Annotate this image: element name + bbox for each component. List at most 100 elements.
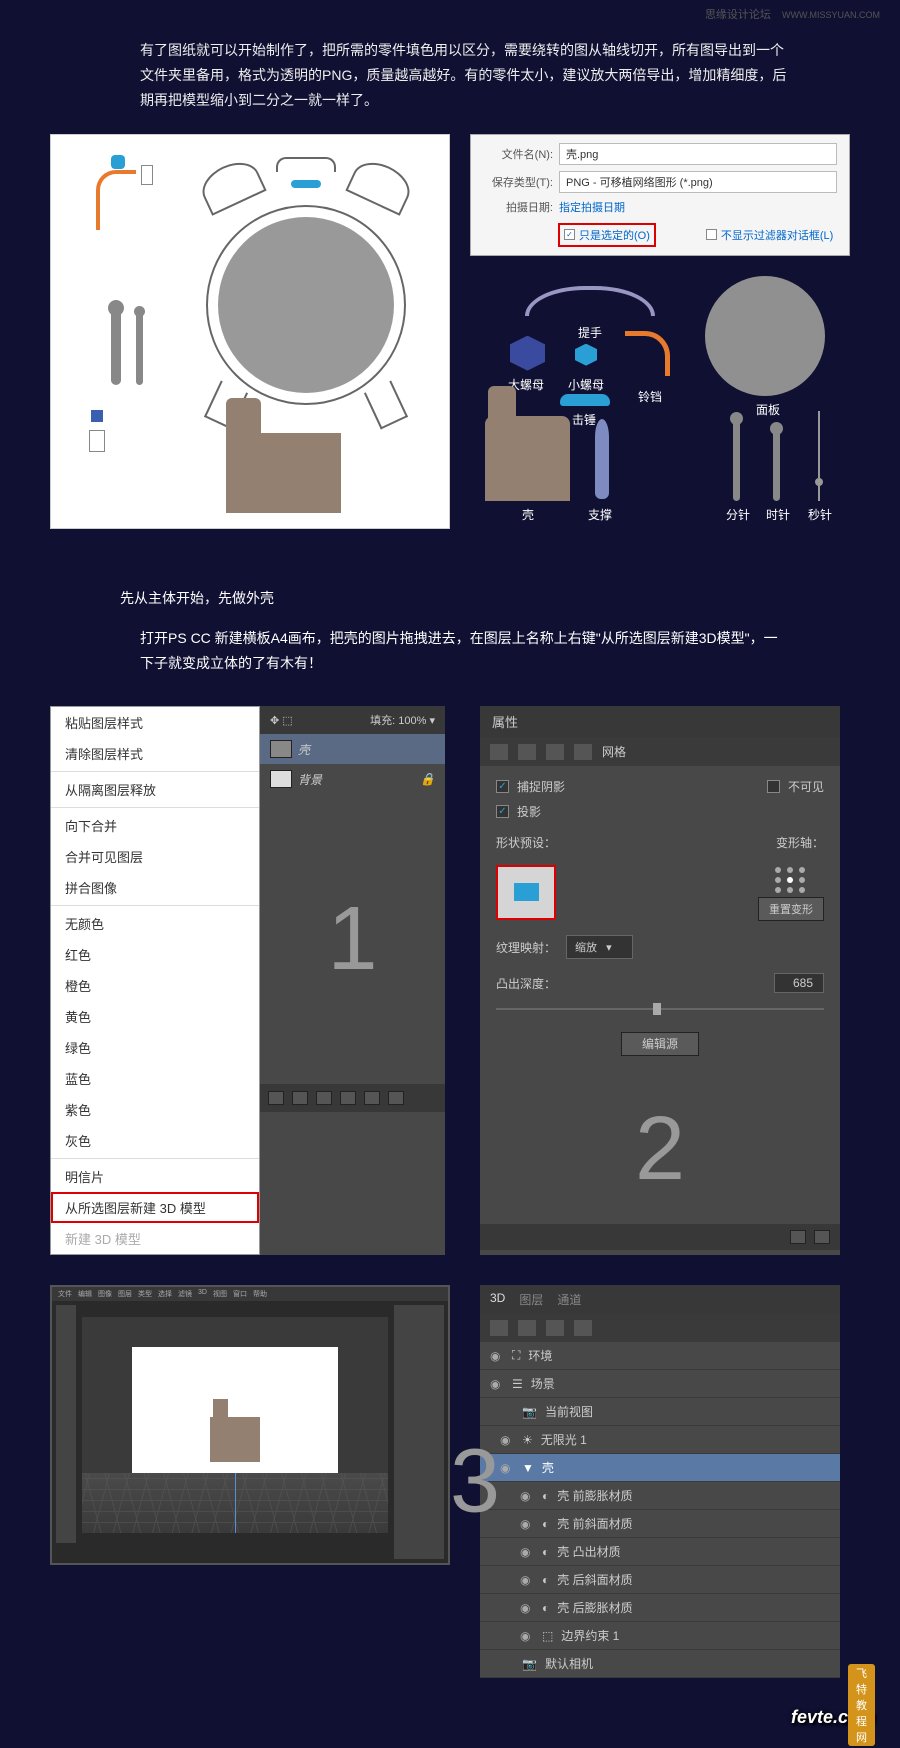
render-icon[interactable] (790, 1230, 806, 1244)
tab-layers[interactable]: 图层 (519, 1291, 543, 1308)
savetype-select[interactable]: PNG - 可移植网络图形 (*.png) (559, 171, 837, 193)
link-icon[interactable] (268, 1091, 284, 1105)
trash-icon[interactable] (388, 1091, 404, 1105)
layer-background[interactable]: 背景 🔒 (260, 764, 445, 794)
new-icon[interactable] (364, 1091, 380, 1105)
bignut-part (510, 336, 545, 371)
menu-release-iso[interactable]: 从隔离图层释放 (51, 774, 259, 805)
extrude-depth-slider[interactable] (496, 1003, 824, 1015)
site-name: 思缘设计论坛 (705, 9, 771, 21)
eye-icon[interactable]: ◉ (500, 1461, 514, 1475)
cast-shadow-checkbox[interactable]: ✓ (496, 805, 509, 818)
save-dialog: 文件名(N): 壳.png 保存类型(T): PNG - 可移植网络图形 (*.… (470, 134, 850, 256)
menu-clear-style[interactable]: 清除图层样式 (51, 738, 259, 769)
layer-shell[interactable]: 壳 (260, 734, 445, 764)
scene-infinite-light[interactable]: ◉☀无限光 1 (480, 1426, 840, 1454)
deform-axis-grid[interactable] (775, 867, 807, 893)
scene-shell-mesh[interactable]: ◉▼壳 (480, 1454, 840, 1482)
nofilter-checkbox[interactable]: 不显示过滤器对话框(L) (706, 223, 833, 247)
scene-mat5[interactable]: ◉◐壳 后膨胀材质 (480, 1594, 840, 1622)
trash-icon[interactable] (814, 1230, 830, 1244)
savetype-label: 保存类型(T): (483, 174, 553, 190)
fill-label: 填充: (370, 715, 395, 727)
support-label: 支撑 (588, 506, 612, 523)
selected-only-checkbox[interactable]: ✓ 只是选定的(O) (564, 227, 650, 243)
extrude-depth-input[interactable]: 685 (774, 973, 824, 993)
menu-flatten[interactable]: 拼合图像 (51, 872, 259, 903)
bell-right-icon (345, 154, 416, 216)
scene-mat4[interactable]: ◉◐壳 后斜面材质 (480, 1566, 840, 1594)
ps-toolbox[interactable] (56, 1305, 76, 1543)
filter-mesh-icon[interactable] (518, 1320, 536, 1336)
fill-value[interactable]: 100% (398, 715, 426, 727)
menu-postcard[interactable]: 明信片 (51, 1161, 259, 1192)
eye-icon[interactable]: ◉ (520, 1489, 534, 1503)
menu-green[interactable]: 绿色 (51, 1032, 259, 1063)
material-icon: ◐ (542, 1545, 549, 1559)
panel-label: 面板 (756, 401, 780, 418)
small-nut-shape (111, 155, 125, 169)
menu-no-color[interactable]: 无颜色 (51, 908, 259, 939)
filter-material-icon[interactable] (546, 1320, 564, 1336)
second-part (818, 411, 820, 501)
filter-light-icon[interactable] (574, 1320, 592, 1336)
handle-part (525, 286, 655, 316)
reset-deform-button[interactable]: 重置变形 (758, 897, 824, 921)
edit-source-button[interactable]: 编辑源 (621, 1032, 699, 1056)
menu-merge-down[interactable]: 向下合并 (51, 810, 259, 841)
scene-mat3[interactable]: ◉◐壳 凸出材质 (480, 1538, 840, 1566)
scene-default-camera[interactable]: 📷默认相机 (480, 1650, 840, 1678)
scene-scene[interactable]: ◉☰场景 (480, 1370, 840, 1398)
eye-icon[interactable]: ◉ (500, 1433, 514, 1447)
tab-3d[interactable]: 3D (490, 1291, 505, 1308)
menu-merge-visible[interactable]: 合并可见图层 (51, 841, 259, 872)
menu-orange[interactable]: 橙色 (51, 970, 259, 1001)
filter-all-icon[interactable] (490, 1320, 508, 1336)
3d-panel: 3D 图层 通道 ◉⛶环境 ◉☰场景 📷当前视图 ◉☀无限光 1 ◉▼壳 ◉◐壳… (480, 1285, 840, 1678)
menu-blue[interactable]: 蓝色 (51, 1063, 259, 1094)
mesh-mode-icon[interactable] (490, 744, 508, 760)
menu-paste-style[interactable]: 粘贴图层样式 (51, 707, 259, 738)
eye-icon[interactable]: ◉ (490, 1377, 504, 1391)
scene-env[interactable]: ◉⛶环境 (480, 1342, 840, 1370)
second-label: 秒针 (808, 506, 832, 523)
eye-icon[interactable]: ◉ (520, 1629, 534, 1643)
scene-current-view[interactable]: 📷当前视图 (480, 1398, 840, 1426)
shape-preset-dropdown[interactable] (496, 865, 556, 920)
deform-mode-icon[interactable] (518, 744, 536, 760)
texture-map-select[interactable]: 缩放 ▾ (566, 935, 633, 959)
mask-icon[interactable] (316, 1091, 332, 1105)
env-icon: ⛶ (512, 1348, 520, 1363)
eye-icon[interactable]: ◉ (520, 1545, 534, 1559)
scene-mat1[interactable]: ◉◐壳 前膨胀材质 (480, 1482, 840, 1510)
handle-shape (276, 157, 336, 172)
filename-input[interactable]: 壳.png (559, 143, 837, 165)
eye-icon[interactable]: ◉ (520, 1573, 534, 1587)
folder-icon[interactable] (340, 1091, 356, 1105)
hammer-part (560, 394, 610, 406)
eye-icon[interactable]: ◉ (490, 1349, 504, 1363)
layer-shell-name: 壳 (298, 741, 310, 758)
menu-gray[interactable]: 灰色 (51, 1125, 259, 1156)
mesh-icon: ▼ (522, 1461, 534, 1475)
ps-right-panels[interactable] (394, 1305, 444, 1559)
scene-mat2[interactable]: ◉◐壳 前斜面材质 (480, 1510, 840, 1538)
coord-mode-icon[interactable] (574, 744, 592, 760)
menu-new-3d-model[interactable]: 从所选图层新建 3D 模型 (51, 1192, 259, 1223)
scene-boundary[interactable]: ◉⬚边界约束 1 (480, 1622, 840, 1650)
menu-violet[interactable]: 紫色 (51, 1094, 259, 1125)
cap-mode-icon[interactable] (546, 744, 564, 760)
ps-canvas[interactable] (82, 1317, 388, 1533)
date-link[interactable]: 指定拍摄日期 (559, 199, 625, 215)
invisible-checkbox[interactable] (767, 780, 780, 793)
menu-yellow[interactable]: 黄色 (51, 1001, 259, 1032)
catch-shadow-checkbox[interactable]: ✓ (496, 780, 509, 793)
fx-icon[interactable] (292, 1091, 308, 1105)
support-part (595, 419, 609, 499)
tab-channels[interactable]: 通道 (557, 1291, 581, 1308)
eye-icon[interactable]: ◉ (520, 1601, 534, 1615)
eye-icon[interactable]: ◉ (520, 1517, 534, 1531)
bell-label: 铃铛 (638, 388, 662, 405)
menu-red[interactable]: 红色 (51, 939, 259, 970)
bell-part (625, 331, 670, 376)
